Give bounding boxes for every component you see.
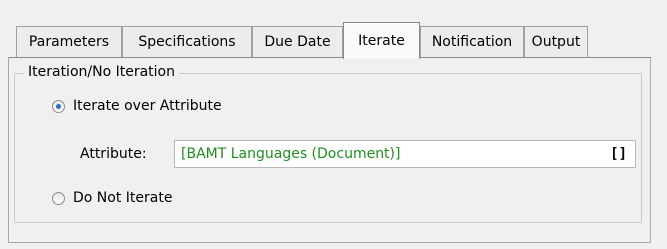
tab-notification[interactable]: Notification xyxy=(420,26,524,57)
tab-bar: Parameters Specifications Due Date Itera… xyxy=(16,22,646,59)
do-not-iterate-option[interactable]: Do Not Iterate xyxy=(52,190,172,206)
no-iterate-option-label: Do Not Iterate xyxy=(73,190,173,206)
iterate-option-label: Iterate over Attribute xyxy=(73,98,222,114)
tab-output[interactable]: Output xyxy=(524,26,588,57)
attribute-value: [BAMT Languages (Document)] xyxy=(181,146,401,162)
tab-parameters[interactable]: Parameters xyxy=(16,26,122,57)
tab-iterate[interactable]: Iterate xyxy=(343,22,420,59)
tab-specifications[interactable]: Specifications xyxy=(122,26,252,57)
attribute-picker-button[interactable]: [] xyxy=(610,146,627,162)
tab-due-date[interactable]: Due Date xyxy=(252,26,343,57)
attribute-label: Attribute: xyxy=(80,146,147,162)
radio-unselected-icon[interactable] xyxy=(52,191,65,205)
radio-selected-icon[interactable] xyxy=(52,99,65,113)
iterate-over-attribute-option[interactable]: Iterate over Attribute xyxy=(52,98,222,114)
group-legend: Iteration/No Iteration xyxy=(24,64,179,80)
attribute-field[interactable]: [BAMT Languages (Document)] [] xyxy=(174,140,636,168)
